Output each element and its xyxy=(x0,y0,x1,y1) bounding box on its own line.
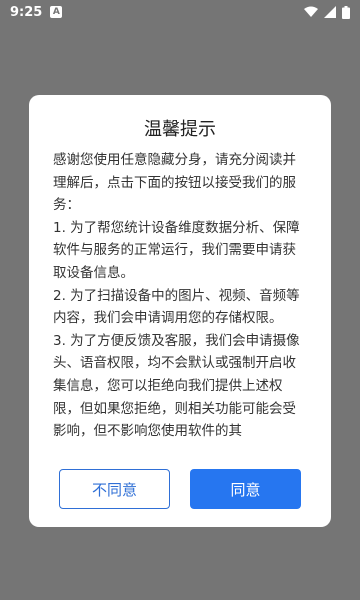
item-1-paragraph: 1. 为了帮您统计设备维度数据分析、保障软件与服务的正常运行，我们需要申请获取设… xyxy=(53,219,300,281)
status-icons xyxy=(304,5,350,19)
status-time: 9:25 xyxy=(10,4,43,20)
disagree-button[interactable]: 不同意 xyxy=(59,469,170,509)
signal-icon xyxy=(324,6,336,18)
dialog-title: 温馨提示 xyxy=(144,119,216,140)
notification-icon: A xyxy=(50,6,63,18)
item-3-paragraph: 3. 为了方便反馈及客服，我们会申请摄像头、语音权限，均不会默认或强制开启收集信… xyxy=(53,332,300,440)
intro-paragraph: 感谢您使用任意隐藏分身，请充分阅读并理解后，点击下面的按钮以接受我们的服务： xyxy=(53,152,296,214)
battery-icon xyxy=(342,5,350,19)
dialog-actions: 不同意 同意 xyxy=(59,469,301,509)
status-bar: 9:25 A xyxy=(0,0,360,24)
wifi-icon xyxy=(304,6,318,17)
privacy-dialog: 温馨提示 感谢您使用任意隐藏分身，请充分阅读并理解后，点击下面的按钮以接受我们的… xyxy=(29,95,331,527)
agree-button[interactable]: 同意 xyxy=(190,469,301,509)
item-2-paragraph: 2. 为了扫描设备中的图片、视频、音频等内容，我们会申请调用您的存储权限。 xyxy=(53,287,300,327)
